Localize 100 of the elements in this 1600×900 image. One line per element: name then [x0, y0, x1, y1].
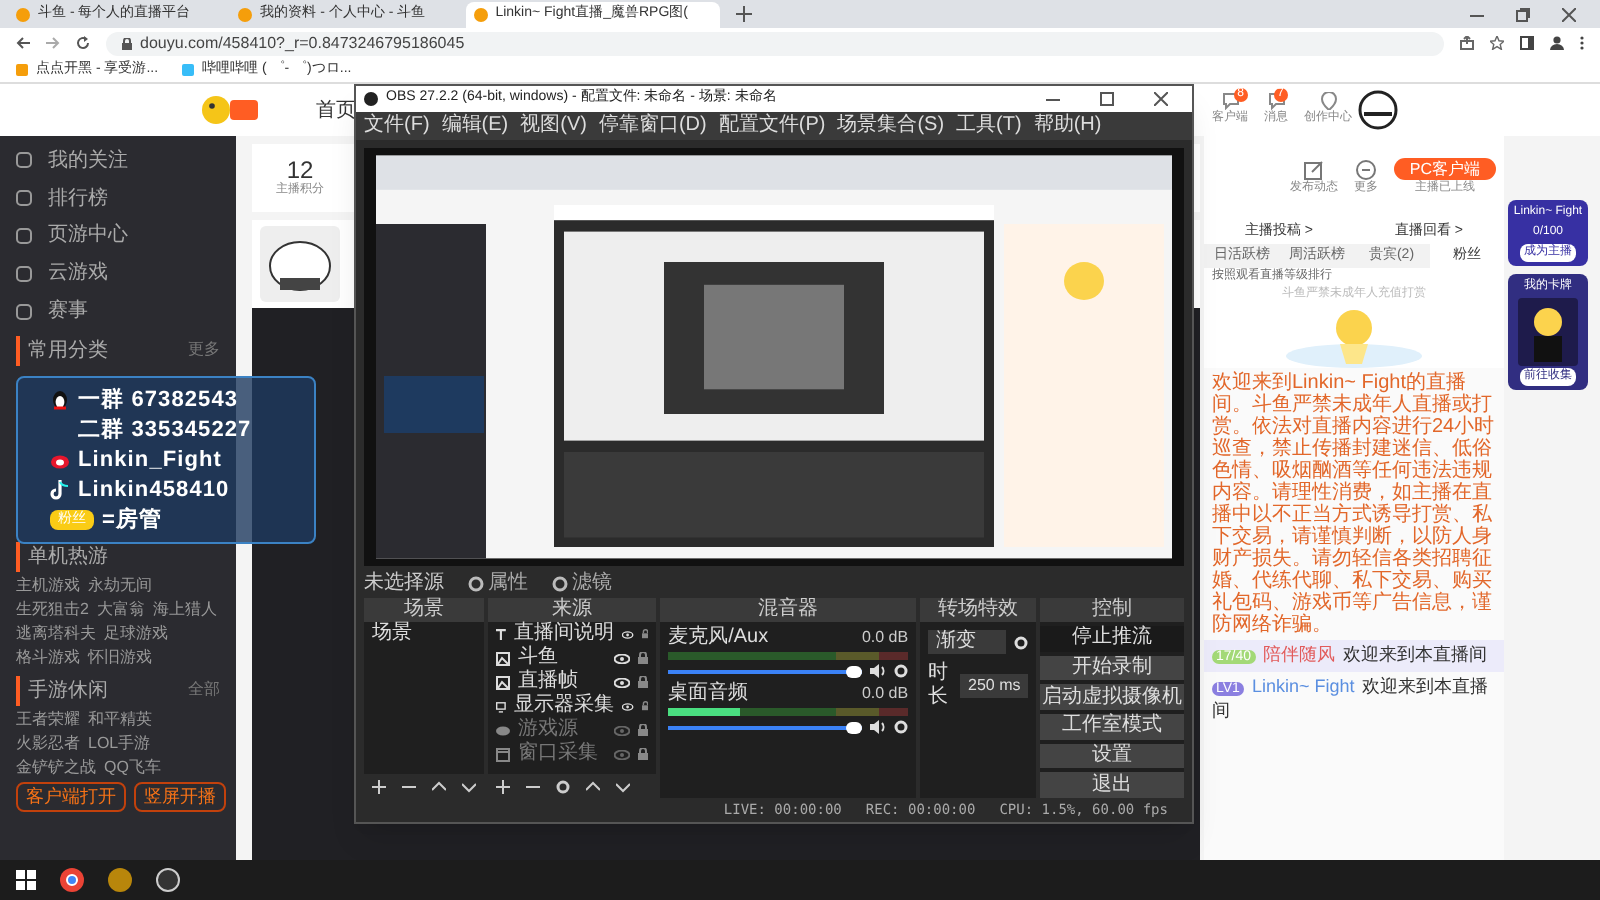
category-link[interactable]: QQ飞车	[104, 757, 161, 778]
source-item[interactable]: 游戏源	[488, 718, 657, 742]
lock-icon[interactable]	[638, 724, 649, 736]
app-icon[interactable]	[108, 868, 132, 892]
sidebar-item[interactable]: 赛事	[16, 294, 220, 328]
gear-icon[interactable]	[1014, 635, 1029, 649]
add-icon[interactable]	[496, 779, 511, 793]
sidebar-button[interactable]: 竖屏开播	[134, 782, 226, 812]
image-icon	[496, 651, 511, 665]
lock-icon[interactable]	[638, 748, 649, 760]
control-button[interactable]: 退出	[1040, 772, 1184, 799]
close-icon[interactable]	[1154, 92, 1168, 106]
slider-thumb[interactable]	[846, 665, 863, 677]
overlay-text: Linkin_Fight	[78, 445, 222, 476]
toolbar-button[interactable]: 滤镜	[552, 572, 612, 596]
speaker-icon[interactable]	[870, 664, 887, 678]
sidebar-button[interactable]: 客户端打开	[16, 782, 126, 812]
sidebar-item[interactable]: 云游戏	[16, 256, 220, 291]
windows-icon[interactable]	[16, 870, 36, 890]
overlay-text: =房管	[102, 505, 163, 536]
control-button[interactable]: 启动虚拟摄像机	[1040, 684, 1184, 711]
close-icon[interactable]	[1562, 8, 1576, 22]
overlay-text: 二群 335345227	[78, 415, 252, 446]
toolbar-button[interactable]: 属性	[468, 572, 528, 596]
category-link[interactable]: 逃离塔科夫	[16, 623, 96, 644]
menu-item[interactable]: 工具(T)	[956, 114, 1022, 138]
duration-field[interactable]: 250 ms	[960, 674, 1029, 698]
sidebar-item[interactable]: 我的关注	[16, 144, 220, 178]
profile-icon[interactable]	[1550, 36, 1564, 50]
up-icon[interactable]	[586, 779, 601, 793]
category-link[interactable]: 海上猎人	[152, 599, 217, 620]
speaker-icon[interactable]	[870, 720, 887, 734]
menu-item[interactable]: 视图(V)	[520, 114, 587, 138]
down-icon[interactable]	[616, 779, 631, 793]
category-link[interactable]: 火影忍者	[16, 733, 80, 754]
gear-icon[interactable]	[894, 720, 909, 734]
category-link[interactable]: 怀旧游戏	[88, 647, 152, 668]
obs-icon[interactable]	[156, 868, 180, 892]
lock-icon[interactable]	[638, 652, 649, 664]
avatar-icon[interactable]	[1356, 90, 1400, 130]
source-item[interactable]: 显示器采集	[488, 694, 657, 718]
menu-item[interactable]: 编辑(E)	[441, 114, 509, 138]
restore-icon[interactable]	[1516, 8, 1530, 22]
add-icon[interactable]	[372, 779, 386, 793]
pin-icon	[1319, 92, 1337, 110]
lock-icon[interactable]	[641, 628, 649, 640]
category-link[interactable]: 足球游戏	[104, 623, 168, 644]
menu-item[interactable]: 帮助(H)	[1033, 114, 1102, 138]
control-button[interactable]: 开始录制	[1040, 655, 1184, 681]
side-panel-icon[interactable]	[1520, 36, 1534, 50]
obs-logo-icon	[364, 92, 378, 106]
overlay-text: 一群 67382543	[78, 385, 239, 416]
source-item[interactable]: 直播间说明	[488, 622, 657, 646]
category-link[interactable]: 大富翁	[96, 599, 145, 620]
control-button[interactable]: 停止推流	[1040, 626, 1184, 652]
transition-select[interactable]: 渐变	[928, 630, 1007, 654]
new-tab-icon[interactable]	[735, 6, 752, 22]
category-link[interactable]: 金铲铲之战	[16, 757, 96, 778]
menu-item[interactable]: 文件(F)	[364, 114, 430, 138]
back-icon[interactable]	[16, 36, 30, 50]
outline-icon	[16, 303, 32, 320]
menu-item[interactable]: 场景集合(S)	[837, 114, 945, 138]
source-item[interactable]: 窗口采集	[488, 742, 657, 766]
selection-label: 未选择源	[364, 572, 444, 596]
lock-icon[interactable]	[638, 676, 649, 688]
more-link[interactable]: 更多	[188, 338, 220, 363]
sidebar-item[interactable]: 排行榜	[16, 181, 220, 216]
up-icon[interactable]	[432, 779, 446, 793]
category-link[interactable]: 和平精英	[88, 709, 152, 730]
sidebar-item[interactable]: 页游中心	[16, 219, 220, 253]
scene-item[interactable]: 场景	[364, 622, 485, 646]
reload-icon[interactable]	[76, 36, 90, 50]
category-link[interactable]: 王者荣耀	[16, 709, 80, 730]
nav-link[interactable]: 首页	[316, 95, 356, 125]
source-item[interactable]: 斗鱼	[488, 646, 657, 670]
category-link[interactable]: 主机游戏	[16, 575, 80, 596]
score-value: 12	[286, 157, 314, 181]
share-icon[interactable]	[1460, 36, 1474, 50]
category-link[interactable]: 格斗游戏	[16, 647, 80, 668]
control-button[interactable]: 设置	[1040, 743, 1184, 769]
maximize-icon[interactable]	[1100, 92, 1114, 106]
address-bar[interactable]: douyu.com/458410?_r=0.8473246795186045	[106, 31, 1444, 55]
menu-item[interactable]: 停靠窗口(D)	[598, 114, 707, 138]
slider-thumb[interactable]	[846, 721, 863, 733]
channel-name: 麦克风/Aux	[668, 626, 769, 648]
category-link[interactable]: LOL手游	[88, 733, 151, 754]
dock-title: 来源	[488, 598, 657, 622]
menu-item[interactable]: 配置文件(P)	[718, 114, 826, 138]
control-button[interactable]: 工作室模式	[1040, 714, 1184, 740]
more-link[interactable]: 全部	[188, 678, 220, 703]
gear-icon[interactable]	[556, 779, 571, 793]
dock-title: 场景	[364, 598, 485, 622]
category-link[interactable]: 永劫无间	[88, 575, 152, 596]
category-link[interactable]: 生死狙击2	[16, 599, 89, 620]
gear-icon[interactable]	[894, 664, 909, 678]
lock-icon[interactable]	[641, 700, 649, 712]
browser-icon[interactable]	[60, 868, 84, 892]
down-icon[interactable]	[462, 779, 476, 793]
source-item[interactable]: 直播帧	[488, 670, 657, 694]
star-icon[interactable]	[1490, 36, 1504, 50]
